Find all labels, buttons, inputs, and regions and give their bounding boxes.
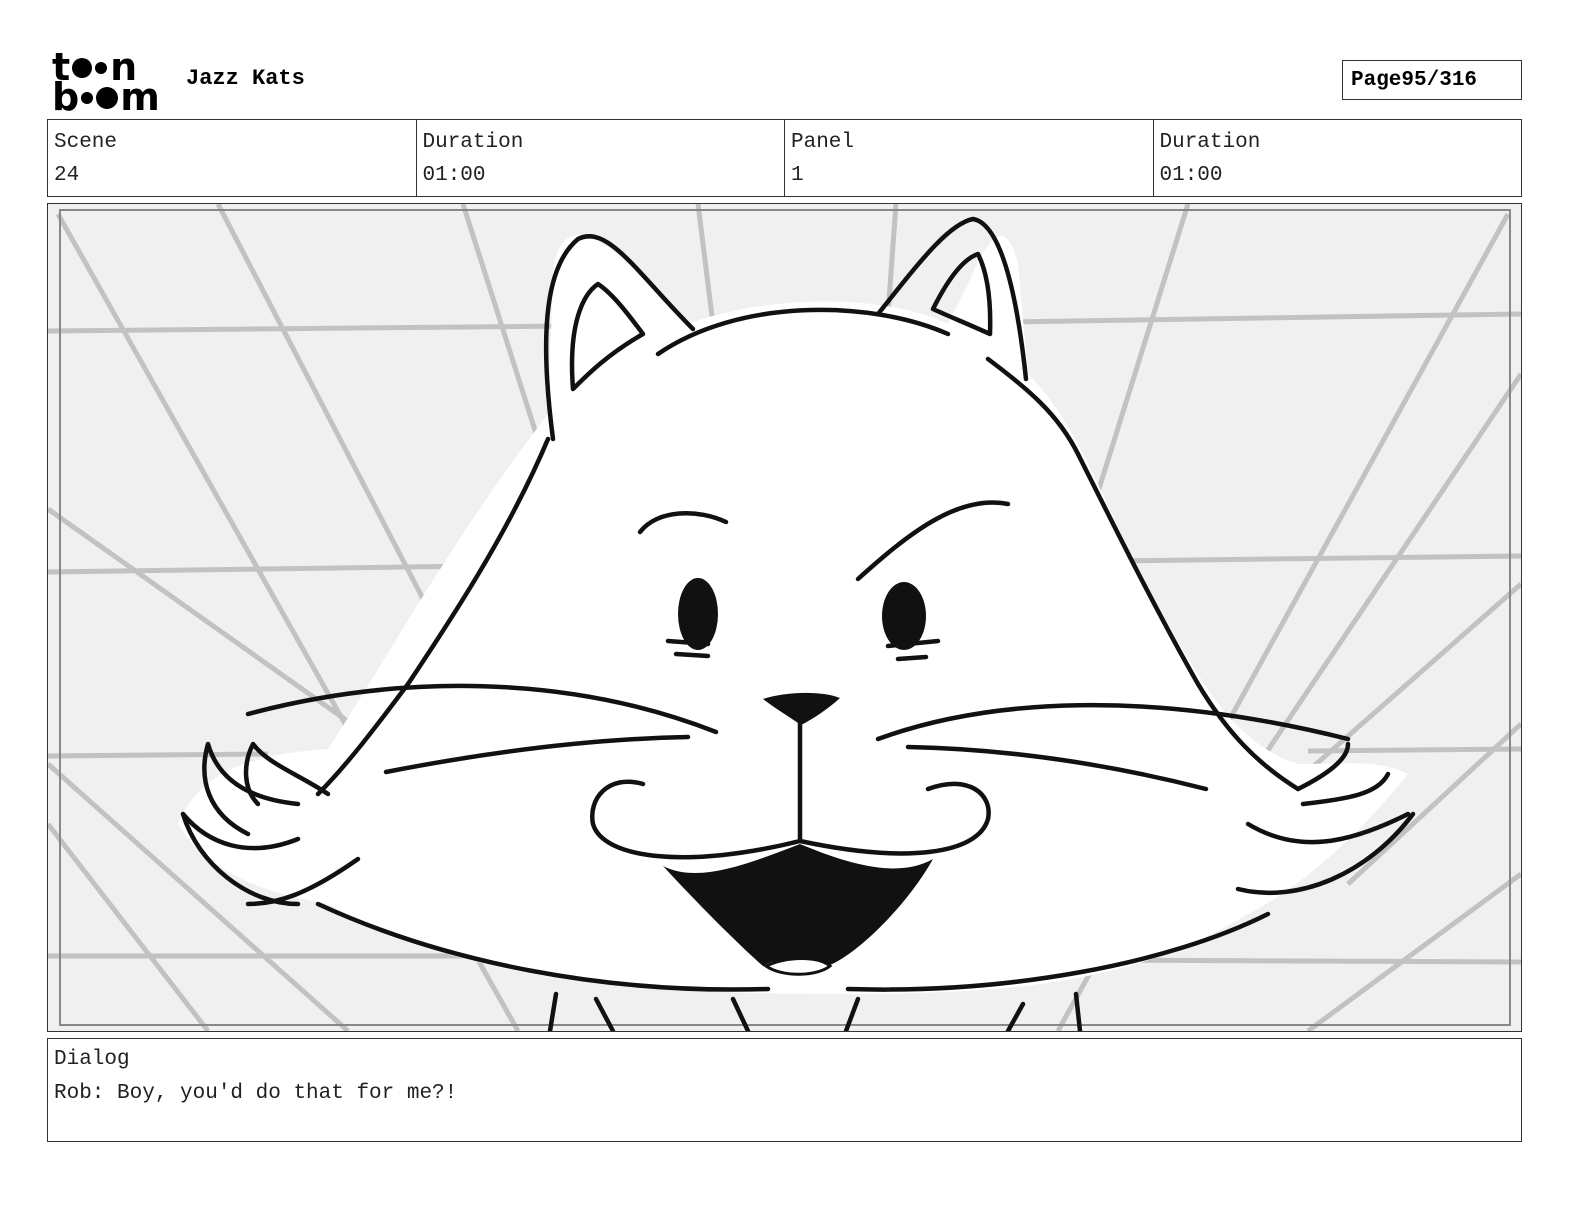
logo-letter-m: m bbox=[120, 75, 160, 119]
scene-value: 24 bbox=[54, 164, 80, 187]
page-indicator: Page 95/316 bbox=[1342, 60, 1522, 100]
scene-duration-label: Duration bbox=[422, 131, 524, 154]
right-eye bbox=[882, 582, 926, 650]
cat-drawing-illustration bbox=[48, 204, 1521, 1031]
page-number: 95/316 bbox=[1401, 68, 1478, 92]
toonboom-logo: t n b m bbox=[52, 48, 164, 119]
scene-label: Scene bbox=[54, 131, 118, 154]
panel-duration-cell: Duration 01:00 bbox=[1152, 120, 1522, 196]
dialog-label: Dialog bbox=[54, 1048, 130, 1071]
panel-label: Panel bbox=[791, 131, 855, 154]
scene-info-table: Scene 24 Duration 01:00 Panel 1 Duration… bbox=[47, 119, 1522, 197]
panel-value: 1 bbox=[791, 164, 804, 187]
scene-duration-value: 01:00 bbox=[422, 164, 486, 187]
panel-cell: Panel 1 bbox=[784, 120, 1153, 196]
storyboard-panel bbox=[47, 203, 1522, 1032]
logo-dot-small-icon bbox=[95, 62, 108, 74]
panel-duration-label: Duration bbox=[1159, 131, 1261, 154]
scene-cell: Scene 24 bbox=[48, 120, 416, 196]
logo-letter-b: b bbox=[52, 75, 80, 119]
dialog-box: Dialog Rob: Boy, you'd do that for me?! bbox=[47, 1038, 1522, 1142]
page-label: Page bbox=[1351, 68, 1402, 92]
logo-row-bottom: b m bbox=[52, 75, 164, 119]
scene-duration-cell: Duration 01:00 bbox=[415, 120, 785, 196]
tongue bbox=[762, 957, 833, 976]
panel-duration-value: 01:00 bbox=[1159, 164, 1223, 187]
left-eye bbox=[678, 578, 718, 650]
logo-dot-icon bbox=[96, 87, 119, 109]
project-title: Jazz Kats bbox=[186, 66, 305, 91]
logo-dot-small-icon bbox=[81, 92, 94, 104]
dialog-text: Rob: Boy, you'd do that for me?! bbox=[54, 1082, 458, 1105]
